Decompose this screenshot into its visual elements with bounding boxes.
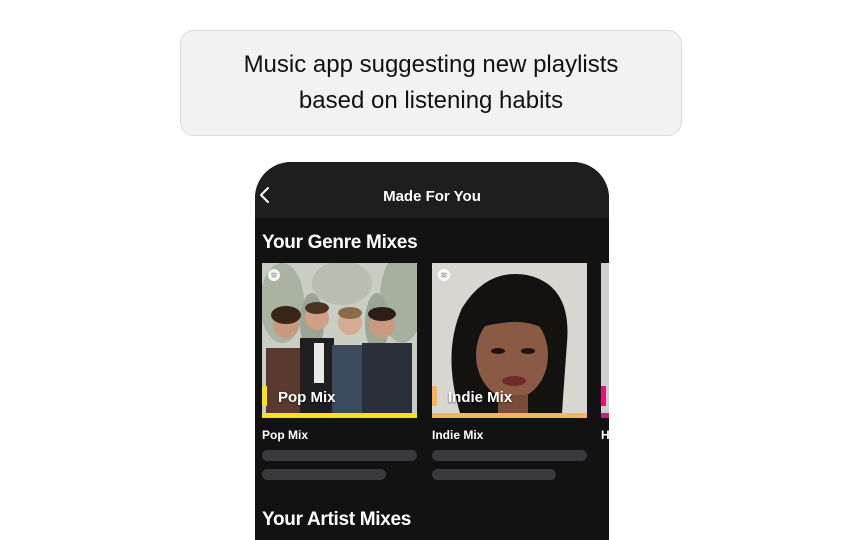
caption-line-1: Music app suggesting new playlists	[243, 51, 619, 78]
skeleton-line	[432, 469, 556, 480]
page-title: Made For You	[383, 188, 481, 205]
mix-title: Indie Mix	[432, 428, 484, 442]
mix-accent-bar	[601, 413, 609, 418]
mix-cover-label: Pop Mix	[278, 389, 336, 406]
mix-card-pop[interactable]: Pop Mix Pop Mix	[262, 263, 417, 480]
mix-cover-pop: Pop Mix	[262, 263, 417, 418]
brand-logo-icon	[268, 269, 280, 281]
skeleton-line	[262, 469, 386, 480]
brand-logo-icon	[438, 269, 450, 281]
skeleton-line	[432, 450, 587, 461]
mix-title: Pop Mix	[262, 428, 309, 442]
phone-screen: Made For You Your Genre Mixes Pop Mix Po…	[255, 162, 609, 540]
section-title-genre-mixes: Your Genre Mixes	[262, 232, 418, 253]
mix-title: H	[601, 428, 609, 442]
caption-line-2: based on listening habits	[298, 87, 564, 114]
mix-accent-bar	[262, 413, 417, 418]
caption-box: Music app suggesting new playlists based…	[180, 30, 682, 136]
mix-accent-bar	[432, 413, 587, 418]
mix-cover-indie: Indie Mix	[432, 263, 587, 418]
top-bar: Made For You	[255, 162, 609, 218]
mix-cover-label: Indie Mix	[448, 389, 513, 406]
section-title-artist-mixes: Your Artist Mixes	[262, 509, 412, 530]
skeleton-line	[262, 450, 417, 461]
mix-accent-tab	[601, 386, 606, 406]
mix-card-partial[interactable]: H	[601, 263, 609, 442]
mix-card-indie[interactable]: Indie Mix Indie Mix	[432, 263, 587, 480]
mix-cover-partial	[601, 263, 609, 418]
